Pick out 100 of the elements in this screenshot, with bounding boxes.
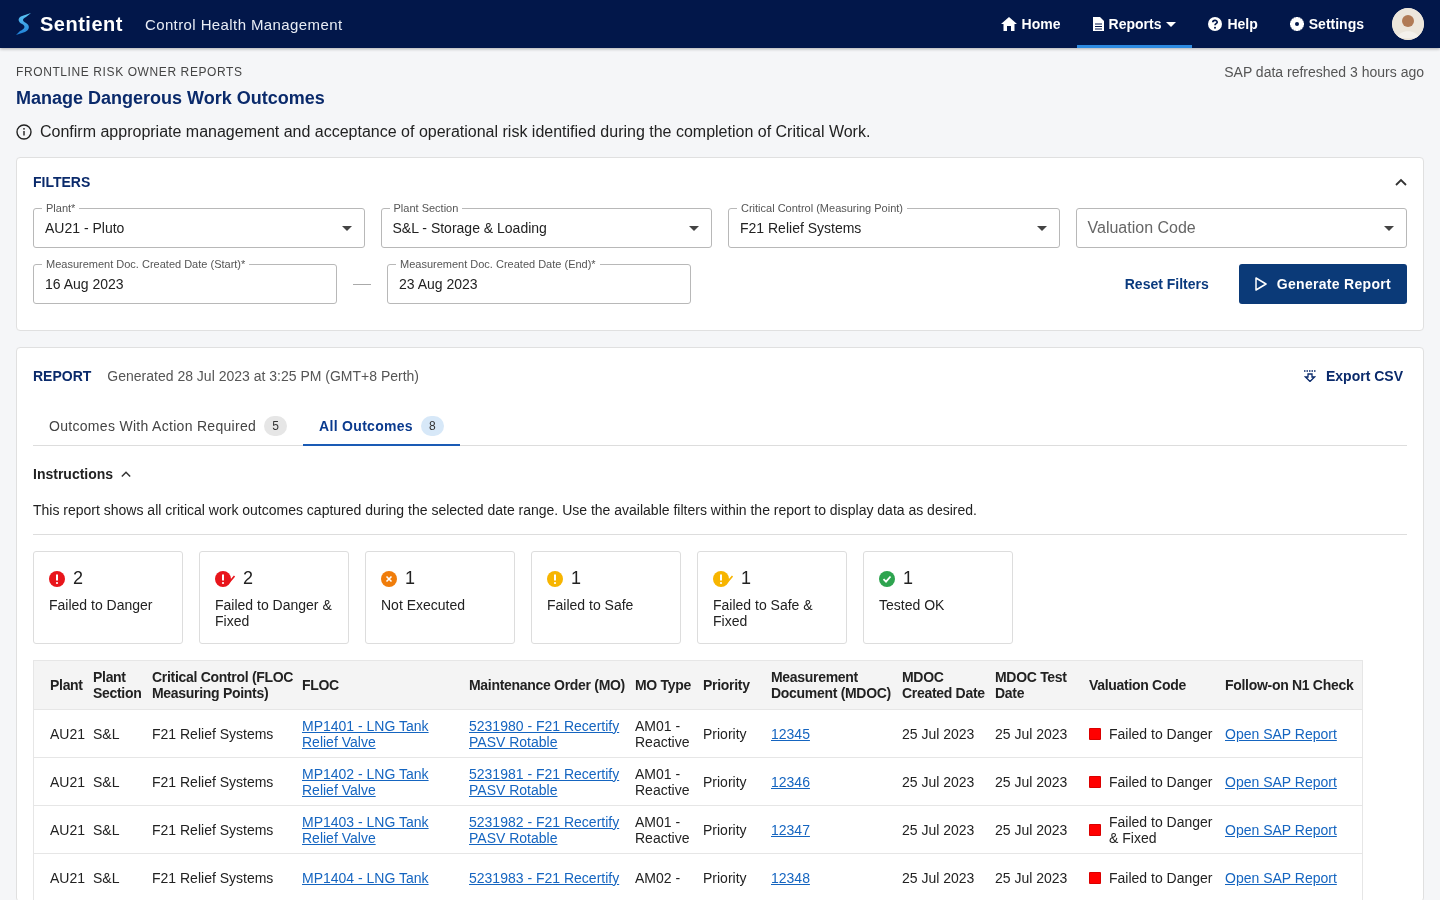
export-csv-link[interactable]: Export CSV bbox=[1304, 368, 1403, 384]
nav-link[interactable]: Reports bbox=[1076, 0, 1193, 48]
valuation-label: Failed to Danger bbox=[1109, 869, 1213, 886]
home-icon bbox=[1000, 17, 1017, 31]
table-link[interactable]: Open SAP Report bbox=[1225, 725, 1337, 742]
outcome-count: 1 bbox=[903, 568, 913, 589]
column-header: MO Type bbox=[635, 661, 703, 710]
table-link[interactable]: Open SAP Report bbox=[1225, 869, 1337, 886]
avatar[interactable] bbox=[1392, 8, 1424, 40]
valuation-label: Failed to Danger & Fixed bbox=[1109, 813, 1214, 846]
chevron-icon[interactable] bbox=[121, 470, 132, 478]
table-link[interactable]: Open SAP Report bbox=[1225, 821, 1337, 838]
table-cell: 25 Jul 2023 bbox=[995, 805, 1089, 854]
dropdown-icon bbox=[1036, 225, 1047, 231]
help-icon bbox=[1208, 17, 1223, 31]
check-circle-icon bbox=[879, 570, 895, 587]
nav-link[interactable]: Settings bbox=[1273, 0, 1380, 48]
panel-title: FILTERS bbox=[33, 174, 91, 190]
table-link[interactable]: Open SAP Report bbox=[1225, 773, 1337, 790]
table-cell: F21 Relief Systems bbox=[152, 853, 302, 900]
column-header: MDOC Created Date bbox=[902, 661, 995, 710]
nav-link[interactable]: Help bbox=[1192, 0, 1274, 48]
count-badge: 8 bbox=[420, 416, 444, 436]
outcome-label: Failed to Safe bbox=[547, 597, 635, 613]
table-cell: AU21 bbox=[34, 853, 93, 900]
table-cell: 25 Jul 2023 bbox=[995, 757, 1089, 806]
table-cell: AU21 bbox=[34, 805, 93, 854]
outcome-count: 1 bbox=[405, 568, 415, 589]
table-cell: S&L bbox=[93, 757, 152, 806]
valuation-label: Failed to Danger bbox=[1109, 725, 1213, 742]
table-cell: AM01 - Reactive bbox=[635, 757, 703, 806]
document-icon bbox=[1092, 17, 1104, 31]
table-link[interactable]: MP1402 - LNG Tank Relief Valve bbox=[302, 765, 465, 798]
column-header: Follow-on N1 Check bbox=[1225, 661, 1362, 710]
table-cell: 25 Jul 2023 bbox=[902, 709, 995, 758]
panel-title: REPORT bbox=[33, 368, 92, 384]
alert-icon bbox=[547, 570, 563, 587]
field-label: Critical Control (Measuring Point) bbox=[737, 202, 907, 214]
download-icon bbox=[1304, 370, 1316, 382]
table-link[interactable]: 5231980 - F21 Recertify PASV Rotable bbox=[469, 717, 631, 750]
generate-report-button[interactable]: Generate Report bbox=[1238, 264, 1407, 304]
alert-icon bbox=[49, 570, 65, 587]
outcome-count: 1 bbox=[571, 568, 581, 589]
table-cell: Priority bbox=[703, 757, 771, 806]
instructions-text: This report shows all critical work outcomes captured during the selected date range. Use the available filters within the report to display data as desired. bbox=[33, 502, 1407, 535]
outcome-label: Failed to Danger bbox=[49, 597, 154, 613]
instructions-toggle[interactable]: Instructions bbox=[33, 466, 114, 482]
select-field[interactable]: Valuation Code bbox=[1075, 208, 1407, 248]
table-cell: AM01 - Reactive bbox=[635, 709, 703, 758]
collapse-icon[interactable] bbox=[1395, 178, 1407, 186]
outcome-count: 2 bbox=[243, 568, 253, 589]
table-link[interactable]: MP1404 - LNG Tank bbox=[302, 869, 429, 886]
table-cell: AU21 bbox=[34, 709, 93, 758]
table-cell: AU21 bbox=[34, 757, 93, 806]
play-icon bbox=[1254, 277, 1267, 291]
brand-name: Sentient bbox=[40, 12, 123, 36]
refresh-note: SAP data refreshed 3 hours ago bbox=[1224, 64, 1424, 80]
column-header: Plant Section bbox=[93, 661, 152, 710]
info-text: Confirm appropriate management and acceptance of operational risk identified during the completion of Critical Work. bbox=[40, 123, 871, 141]
alert-check-icon bbox=[713, 570, 733, 587]
table-link[interactable]: 12346 bbox=[771, 773, 810, 790]
table-link[interactable]: 12347 bbox=[771, 821, 810, 838]
nav-link[interactable]: Home bbox=[984, 0, 1077, 48]
valuation-label: Failed to Danger bbox=[1109, 773, 1213, 790]
table-link[interactable]: 12348 bbox=[771, 869, 810, 886]
logo-icon bbox=[16, 13, 32, 35]
outcome-label: Failed to Danger & Fixed bbox=[215, 597, 333, 629]
alert-check-icon bbox=[215, 570, 235, 587]
app-title: Control Health Management bbox=[144, 15, 343, 33]
dropdown-icon bbox=[689, 225, 699, 231]
column-header: Critical Control (FLOC Measuring Points) bbox=[152, 661, 302, 710]
table-cell: 25 Jul 2023 bbox=[995, 853, 1089, 900]
reset-filters-button[interactable]: Reset Filters bbox=[1118, 275, 1215, 293]
table-cell: S&L bbox=[93, 805, 152, 854]
column-header: FLOC bbox=[302, 661, 469, 710]
outcome-label: Tested OK bbox=[879, 597, 946, 613]
field-label: Measurement Doc. Created Date (End)* bbox=[396, 258, 600, 270]
field-label: Measurement Doc. Created Date (Start)* bbox=[42, 258, 250, 270]
info-icon bbox=[16, 124, 32, 140]
dropdown-icon bbox=[1384, 225, 1394, 231]
table-cell: S&L bbox=[93, 853, 152, 900]
tab[interactable]: All Outcomes 8 bbox=[303, 408, 460, 446]
table-cell: AM01 - Reactive bbox=[635, 805, 703, 854]
table-cell: S&L bbox=[93, 709, 152, 758]
table-link[interactable]: 5231982 - F21 Recertify PASV Rotable bbox=[469, 813, 631, 846]
table-link[interactable]: 5231981 - F21 Recertify PASV Rotable bbox=[469, 765, 631, 798]
column-header: MDOC Test Date bbox=[995, 661, 1089, 710]
column-header: Maintenance Order (MO) bbox=[469, 661, 635, 710]
page-title: Manage Dangerous Work Outcomes bbox=[16, 88, 326, 109]
table-cell: F21 Relief Systems bbox=[152, 805, 302, 854]
generated-note: Generated 28 Jul 2023 at 3:25 PM (GMT+8 Perth) bbox=[107, 368, 419, 384]
table-link[interactable]: 12345 bbox=[771, 725, 810, 742]
cross-circle-icon bbox=[381, 570, 397, 587]
table-link[interactable]: MP1403 - LNG Tank Relief Valve bbox=[302, 813, 465, 846]
column-header: Plant bbox=[34, 661, 93, 710]
tab[interactable]: Outcomes With Action Required 5 bbox=[33, 408, 304, 446]
table-cell: Priority bbox=[703, 805, 771, 854]
table-cell: AM02 - bbox=[635, 853, 703, 900]
table-link[interactable]: 5231983 - F21 Recertify bbox=[469, 869, 620, 886]
table-link[interactable]: MP1401 - LNG Tank Relief Valve bbox=[302, 717, 465, 750]
